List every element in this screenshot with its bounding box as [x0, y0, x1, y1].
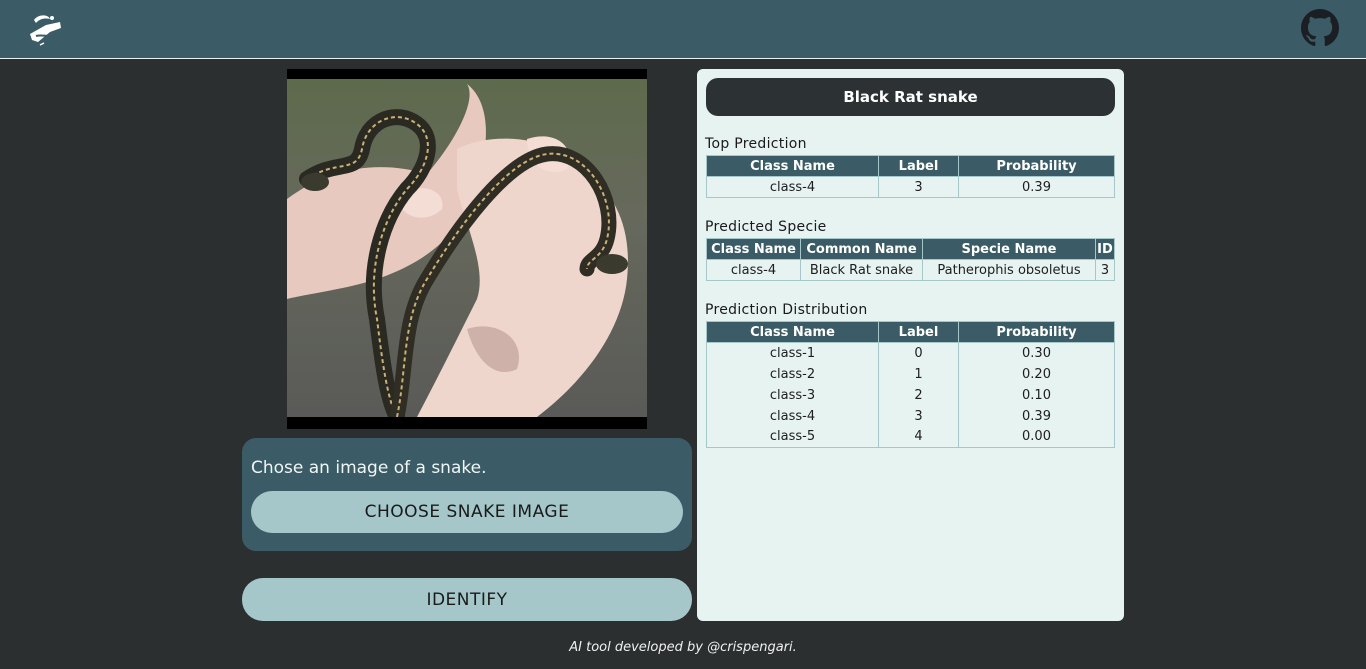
column-header: Class Name	[706, 238, 801, 260]
table-cell: 4	[878, 426, 959, 448]
table-row: class-3 2 0.10	[706, 384, 1115, 406]
table-cell: 3	[1095, 259, 1115, 281]
predicted-specie-table: Class Name Common Name Specie Name ID cl…	[706, 238, 1115, 281]
distribution-table: Class Name Label Probability class-1 0 0…	[706, 321, 1115, 448]
top-prediction-table: Class Name Label Probability class-4 3 0…	[706, 155, 1115, 198]
distribution-label: Prediction Distribution	[705, 302, 868, 318]
table-cell: class-2	[706, 363, 879, 385]
identify-button[interactable]: IDENTIFY	[242, 578, 692, 621]
column-header: Probability	[958, 155, 1115, 177]
table-row: class-5 4 0.00	[706, 426, 1115, 448]
table-cell: 0.10	[958, 384, 1115, 406]
table-cell: class-1	[706, 342, 879, 364]
table-cell: 0.30	[958, 342, 1115, 364]
table-cell: class-5	[706, 426, 879, 448]
result-title: Black Rat snake	[706, 78, 1115, 116]
app-header	[0, 0, 1366, 59]
choose-image-button[interactable]: CHOOSE SNAKE IMAGE	[251, 491, 683, 533]
table-cell: class-3	[706, 384, 879, 406]
table-row: class-2 1 0.20	[706, 363, 1115, 385]
table-cell: Patherophis obsoletus	[922, 259, 1096, 281]
table-cell: 0.20	[958, 363, 1115, 385]
results-panel: Black Rat snake Top Prediction Class Nam…	[697, 69, 1124, 621]
table-row: class-4 3 0.39	[706, 405, 1115, 427]
table-cell: 0	[878, 342, 959, 364]
table-cell: class-4	[706, 259, 801, 281]
table-cell: 3	[878, 405, 959, 427]
footer-credit: AI tool developed by @crispengari.	[569, 640, 797, 655]
table-row: class-4 Black Rat snake Patherophis obso…	[706, 259, 1115, 281]
snake-photo	[287, 79, 647, 417]
table-cell: 0.39	[958, 405, 1115, 427]
table-header-row: Class Name Label Probability	[706, 321, 1115, 343]
top-prediction-label: Top Prediction	[705, 136, 807, 152]
table-cell: 0.00	[958, 426, 1115, 448]
predicted-specie-label: Predicted Specie	[705, 219, 827, 235]
column-header: Probability	[958, 321, 1115, 343]
table-cell: 0.39	[958, 176, 1115, 198]
table-header-row: Class Name Common Name Specie Name ID	[706, 238, 1115, 260]
column-header: Label	[878, 155, 959, 177]
github-icon[interactable]	[1301, 9, 1339, 47]
upload-prompt: Chose an image of a snake.	[251, 458, 487, 478]
table-cell: 2	[878, 384, 959, 406]
snake-preview-image	[287, 69, 647, 429]
table-cell: class-4	[706, 405, 879, 427]
column-header: Specie Name	[922, 238, 1096, 260]
table-cell: class-4	[706, 176, 879, 198]
column-header: Class Name	[706, 155, 879, 177]
column-header: Label	[878, 321, 959, 343]
table-header-row: Class Name Label Probability	[706, 155, 1115, 177]
table-cell: Black Rat snake	[800, 259, 923, 281]
snake-hand-logo-icon[interactable]	[26, 12, 64, 48]
upload-panel: Chose an image of a snake. CHOOSE SNAKE …	[242, 438, 692, 551]
table-row: class-4 3 0.39	[706, 176, 1115, 198]
column-header: Common Name	[800, 238, 923, 260]
table-row: class-1 0 0.30	[706, 342, 1115, 364]
column-header: Class Name	[706, 321, 879, 343]
table-cell: 3	[878, 176, 959, 198]
table-cell: 1	[878, 363, 959, 385]
column-header: ID	[1095, 238, 1115, 260]
